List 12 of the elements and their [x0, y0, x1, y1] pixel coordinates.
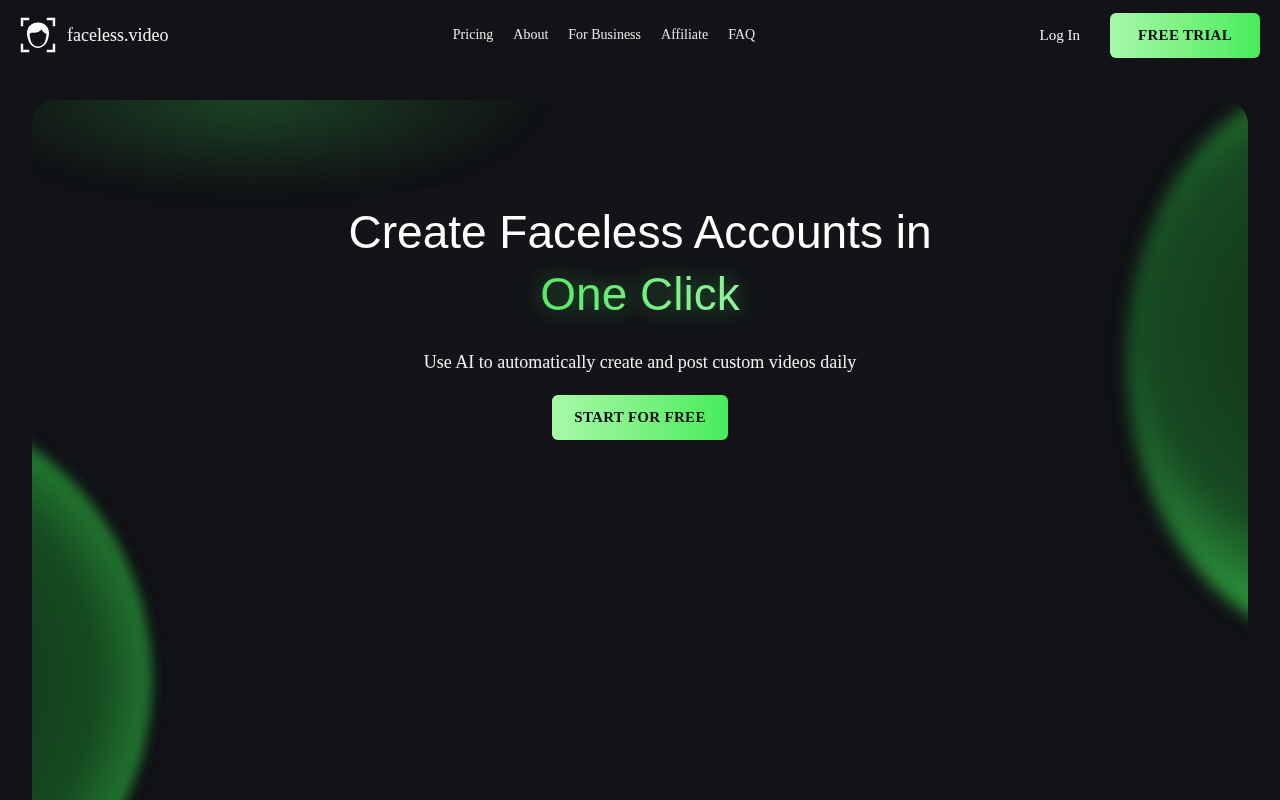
nav-link[interactable]: For Business [568, 25, 641, 45]
hero-title: Create Faceless Accounts in [348, 205, 932, 260]
brand-link[interactable]: faceless.video [20, 17, 169, 53]
start-button[interactable]: START FOR FREE [552, 395, 728, 440]
nav-link[interactable]: FAQ [728, 25, 756, 45]
nav-link[interactable]: About [513, 25, 549, 45]
nav-link[interactable]: Affiliate [661, 25, 709, 45]
login-link[interactable]: Log In [1039, 26, 1080, 44]
face-logo-icon [20, 17, 56, 53]
free-trial-button[interactable]: FREE TRIAL [1110, 12, 1260, 58]
hero-subtitle: Use AI to automatically create and post custom videos daily [423, 351, 857, 374]
nav-link[interactable]: Pricing [452, 25, 494, 45]
